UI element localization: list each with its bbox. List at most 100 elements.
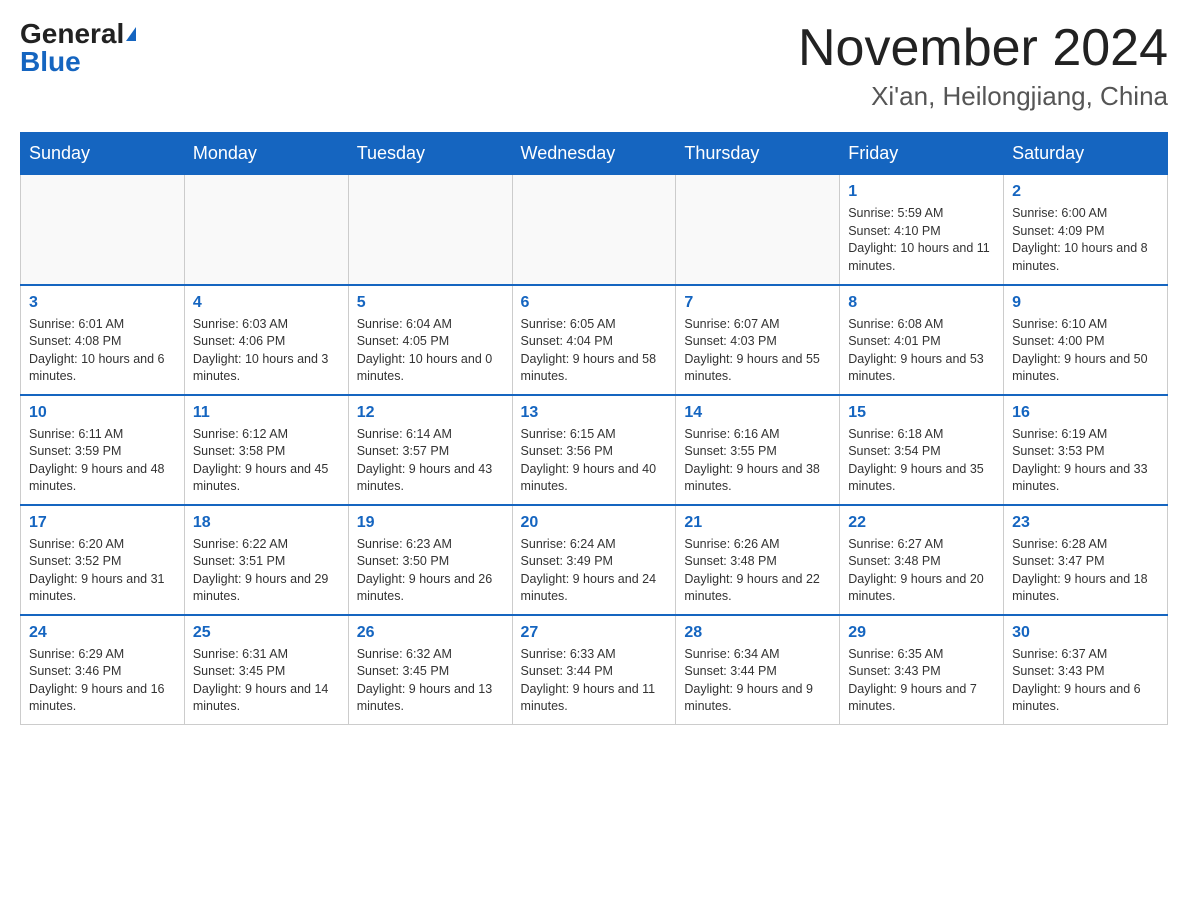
day-number: 27 [521, 624, 668, 642]
day-info: Sunrise: 6:12 AMSunset: 3:58 PMDaylight:… [193, 426, 340, 496]
day-info: Sunrise: 6:10 AMSunset: 4:00 PMDaylight:… [1012, 316, 1159, 386]
calendar-week-row: 10 Sunrise: 6:11 AMSunset: 3:59 PMDayligh… [21, 395, 1168, 505]
calendar-cell: 15 Sunrise: 6:18 AMSunset: 3:54 PMDayligh… [840, 395, 1004, 505]
day-info: Sunrise: 6:31 AMSunset: 3:45 PMDaylight:… [193, 646, 340, 716]
calendar-cell: 17 Sunrise: 6:20 AMSunset: 3:52 PMDayligh… [21, 505, 185, 615]
day-number: 28 [684, 624, 831, 642]
calendar-week-row: 3 Sunrise: 6:01 AMSunset: 4:08 PMDaylight… [21, 285, 1168, 395]
calendar-cell: 20Sunrise: 6:24 AMSunset: 3:49 PMDayligh… [512, 505, 676, 615]
weekday-header-monday: Monday [184, 133, 348, 175]
day-number: 23 [1012, 514, 1159, 532]
day-number: 10 [29, 404, 176, 422]
day-number: 6 [521, 294, 668, 312]
calendar-cell [21, 175, 185, 285]
logo-blue-text: Blue [20, 48, 81, 76]
day-info: Sunrise: 6:04 AMSunset: 4:05 PMDaylight:… [357, 316, 504, 386]
calendar-cell: 5 Sunrise: 6:04 AMSunset: 4:05 PMDaylight… [348, 285, 512, 395]
calendar-cell: 11 Sunrise: 6:12 AMSunset: 3:58 PMDayligh… [184, 395, 348, 505]
weekday-header-tuesday: Tuesday [348, 133, 512, 175]
calendar-cell: 19Sunrise: 6:23 AMSunset: 3:50 PMDayligh… [348, 505, 512, 615]
logo-triangle-icon [126, 27, 136, 41]
day-info: Sunrise: 6:22 AMSunset: 3:51 PMDaylight:… [193, 536, 340, 606]
day-info: Sunrise: 6:33 AMSunset: 3:44 PMDaylight:… [521, 646, 668, 716]
day-info: Sunrise: 6:05 AMSunset: 4:04 PMDaylight:… [521, 316, 668, 386]
weekday-header-wednesday: Wednesday [512, 133, 676, 175]
day-info: Sunrise: 6:28 AMSunset: 3:47 PMDaylight:… [1012, 536, 1159, 606]
day-number: 9 [1012, 294, 1159, 312]
calendar-table: SundayMondayTuesdayWednesdayThursdayFrid… [20, 132, 1168, 725]
day-info: Sunrise: 6:35 AMSunset: 3:43 PMDaylight:… [848, 646, 995, 716]
day-number: 13 [521, 404, 668, 422]
day-number: 5 [357, 294, 504, 312]
day-info: Sunrise: 6:07 AMSunset: 4:03 PMDaylight:… [684, 316, 831, 386]
calendar-week-row: 1 Sunrise: 5:59 AMSunset: 4:10 PMDaylight… [21, 175, 1168, 285]
calendar-cell: 14 Sunrise: 6:16 AMSunset: 3:55 PMDayligh… [676, 395, 840, 505]
calendar-cell: 23 Sunrise: 6:28 AMSunset: 3:47 PMDayligh… [1004, 505, 1168, 615]
day-number: 2 [1012, 183, 1159, 201]
logo: General Blue [20, 20, 136, 76]
day-info: Sunrise: 6:01 AMSunset: 4:08 PMDaylight:… [29, 316, 176, 386]
day-info: Sunrise: 5:59 AMSunset: 4:10 PMDaylight:… [848, 205, 995, 275]
calendar-cell: 7 Sunrise: 6:07 AMSunset: 4:03 PMDaylight… [676, 285, 840, 395]
calendar-cell: 22 Sunrise: 6:27 AMSunset: 3:48 PMDayligh… [840, 505, 1004, 615]
day-info: Sunrise: 6:11 AMSunset: 3:59 PMDaylight:… [29, 426, 176, 496]
weekday-header-thursday: Thursday [676, 133, 840, 175]
day-info: Sunrise: 6:32 AMSunset: 3:45 PMDaylight:… [357, 646, 504, 716]
calendar-cell: 29 Sunrise: 6:35 AMSunset: 3:43 PMDayligh… [840, 615, 1004, 725]
day-number: 21 [684, 514, 831, 532]
title-block: November 2024 Xi'an, Heilongjiang, China [798, 20, 1168, 112]
calendar-cell: 21 Sunrise: 6:26 AMSunset: 3:48 PMDayligh… [676, 505, 840, 615]
day-number: 3 [29, 294, 176, 312]
day-number: 26 [357, 624, 504, 642]
day-info: Sunrise: 6:00 AMSunset: 4:09 PMDaylight:… [1012, 205, 1159, 275]
day-number: 14 [684, 404, 831, 422]
calendar-cell: 3 Sunrise: 6:01 AMSunset: 4:08 PMDaylight… [21, 285, 185, 395]
month-year-title: November 2024 [798, 20, 1168, 77]
day-number: 12 [357, 404, 504, 422]
calendar-cell: 24Sunrise: 6:29 AMSunset: 3:46 PMDayligh… [21, 615, 185, 725]
day-info: Sunrise: 6:20 AMSunset: 3:52 PMDaylight:… [29, 536, 176, 606]
day-info: Sunrise: 6:03 AMSunset: 4:06 PMDaylight:… [193, 316, 340, 386]
day-number: 8 [848, 294, 995, 312]
calendar-cell: 28 Sunrise: 6:34 AMSunset: 3:44 PMDayligh… [676, 615, 840, 725]
weekday-header-sunday: Sunday [21, 133, 185, 175]
calendar-cell: 12 Sunrise: 6:14 AMSunset: 3:57 PMDayligh… [348, 395, 512, 505]
day-number: 30 [1012, 624, 1159, 642]
calendar-week-row: 17 Sunrise: 6:20 AMSunset: 3:52 PMDayligh… [21, 505, 1168, 615]
day-number: 25 [193, 624, 340, 642]
day-number: 16 [1012, 404, 1159, 422]
calendar-cell: 13 Sunrise: 6:15 AMSunset: 3:56 PMDayligh… [512, 395, 676, 505]
day-info: Sunrise: 6:18 AMSunset: 3:54 PMDaylight:… [848, 426, 995, 496]
calendar-cell: 8Sunrise: 6:08 AMSunset: 4:01 PMDaylight… [840, 285, 1004, 395]
day-info: Sunrise: 6:15 AMSunset: 3:56 PMDaylight:… [521, 426, 668, 496]
day-number: 11 [193, 404, 340, 422]
day-number: 1 [848, 183, 995, 201]
calendar-cell [348, 175, 512, 285]
calendar-cell: 30 Sunrise: 6:37 AMSunset: 3:43 PMDayligh… [1004, 615, 1168, 725]
weekday-header-friday: Friday [840, 133, 1004, 175]
calendar-cell [676, 175, 840, 285]
day-number: 20 [521, 514, 668, 532]
day-info: Sunrise: 6:26 AMSunset: 3:48 PMDaylight:… [684, 536, 831, 606]
day-info: Sunrise: 6:16 AMSunset: 3:55 PMDaylight:… [684, 426, 831, 496]
calendar-cell: 4 Sunrise: 6:03 AMSunset: 4:06 PMDaylight… [184, 285, 348, 395]
day-number: 19 [357, 514, 504, 532]
day-number: 15 [848, 404, 995, 422]
day-number: 29 [848, 624, 995, 642]
calendar-cell: 6 Sunrise: 6:05 AMSunset: 4:04 PMDaylight… [512, 285, 676, 395]
day-number: 4 [193, 294, 340, 312]
day-info: Sunrise: 6:34 AMSunset: 3:44 PMDaylight:… [684, 646, 831, 716]
calendar-header-row: SundayMondayTuesdayWednesdayThursdayFrid… [21, 133, 1168, 175]
weekday-header-saturday: Saturday [1004, 133, 1168, 175]
day-number: 22 [848, 514, 995, 532]
day-info: Sunrise: 6:29 AMSunset: 3:46 PMDaylight:… [29, 646, 176, 716]
day-info: Sunrise: 6:19 AMSunset: 3:53 PMDaylight:… [1012, 426, 1159, 496]
day-number: 18 [193, 514, 340, 532]
day-info: Sunrise: 6:14 AMSunset: 3:57 PMDaylight:… [357, 426, 504, 496]
day-number: 7 [684, 294, 831, 312]
calendar-cell: 18 Sunrise: 6:22 AMSunset: 3:51 PMDayligh… [184, 505, 348, 615]
calendar-cell: 16 Sunrise: 6:19 AMSunset: 3:53 PMDayligh… [1004, 395, 1168, 505]
day-number: 17 [29, 514, 176, 532]
day-info: Sunrise: 6:27 AMSunset: 3:48 PMDaylight:… [848, 536, 995, 606]
day-info: Sunrise: 6:37 AMSunset: 3:43 PMDaylight:… [1012, 646, 1159, 716]
